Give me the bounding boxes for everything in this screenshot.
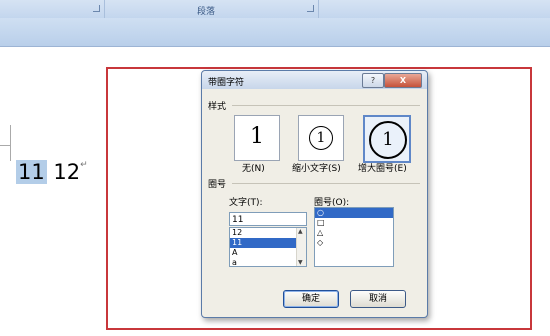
- document-text[interactable]: 11 12↵: [16, 160, 88, 184]
- style-option-shrink-text[interactable]: 1: [298, 115, 344, 161]
- style-option-none[interactable]: 1: [234, 115, 280, 161]
- ribbon-group-paragraph: 段落: [105, 0, 319, 18]
- selected-text[interactable]: 11: [16, 160, 47, 184]
- ok-button[interactable]: 确定: [283, 290, 339, 308]
- style-section-label: 样式: [208, 102, 227, 112]
- scroll-up-icon[interactable]: ▲: [298, 228, 303, 235]
- help-button[interactable]: ?: [362, 73, 384, 88]
- ring-section-label: 圈号: [208, 180, 227, 190]
- font-dialog-launcher-icon[interactable]: [93, 5, 100, 12]
- style-section-divider: [232, 105, 420, 106]
- style-enlarge-label[interactable]: 增大圈号(E): [358, 161, 407, 174]
- text-list-item-selected[interactable]: 11: [230, 238, 306, 248]
- margin-marker: [0, 125, 11, 161]
- text-field-label: 文字(T):: [229, 198, 263, 208]
- style-none-glyph: 1: [250, 124, 264, 149]
- close-button[interactable]: X: [384, 73, 422, 88]
- ring-list-item-selected[interactable]: ○: [315, 208, 393, 218]
- body-text[interactable]: 12: [53, 160, 80, 184]
- ribbon-group-label: 段落: [197, 7, 216, 17]
- dialog-title: 带圈字符: [208, 78, 245, 88]
- ribbon-group-font: [0, 0, 105, 18]
- margin-marker-line: [0, 145, 10, 146]
- ribbon-bar: [0, 18, 550, 46]
- style-shrink-label[interactable]: 缩小文字(S): [292, 161, 341, 174]
- style-shrink-glyph: 1: [309, 126, 333, 150]
- style-enlarge-glyph: 1: [369, 121, 407, 159]
- paragraph-mark-icon: ↵: [80, 160, 88, 170]
- cancel-button[interactable]: 取消: [350, 290, 406, 308]
- text-input[interactable]: 11: [229, 212, 307, 226]
- style-none-label[interactable]: 无(N): [242, 161, 265, 174]
- enclose-characters-dialog: 带圈字符 ? X 样式 1 1 1 无(N) 缩小文字(S) 增大圈号(E) 圈…: [201, 70, 428, 318]
- ring-section-divider: [232, 183, 420, 184]
- ribbon: 段落: [0, 0, 550, 47]
- ring-list-item[interactable]: □: [315, 218, 393, 228]
- scroll-down-icon[interactable]: ▼: [298, 259, 303, 266]
- dialog-titlebar[interactable]: 带圈字符 ? X: [202, 71, 427, 89]
- ring-list-item[interactable]: ◇: [315, 238, 393, 248]
- text-list-item[interactable]: 12: [230, 228, 306, 238]
- ring-list[interactable]: ○ □ △ ◇: [314, 207, 394, 267]
- text-list-item[interactable]: a: [230, 258, 306, 266]
- ribbon-group-styles: [319, 0, 550, 18]
- text-list-scrollbar[interactable]: ▲ ▼: [296, 228, 306, 266]
- style-option-enlarge-symbol[interactable]: 1: [363, 115, 411, 163]
- ring-list-item[interactable]: △: [315, 228, 393, 238]
- paragraph-dialog-launcher-icon[interactable]: [307, 5, 314, 12]
- text-list-item[interactable]: A: [230, 248, 306, 258]
- text-list[interactable]: 12 11 A a ▲ ▼: [229, 227, 307, 267]
